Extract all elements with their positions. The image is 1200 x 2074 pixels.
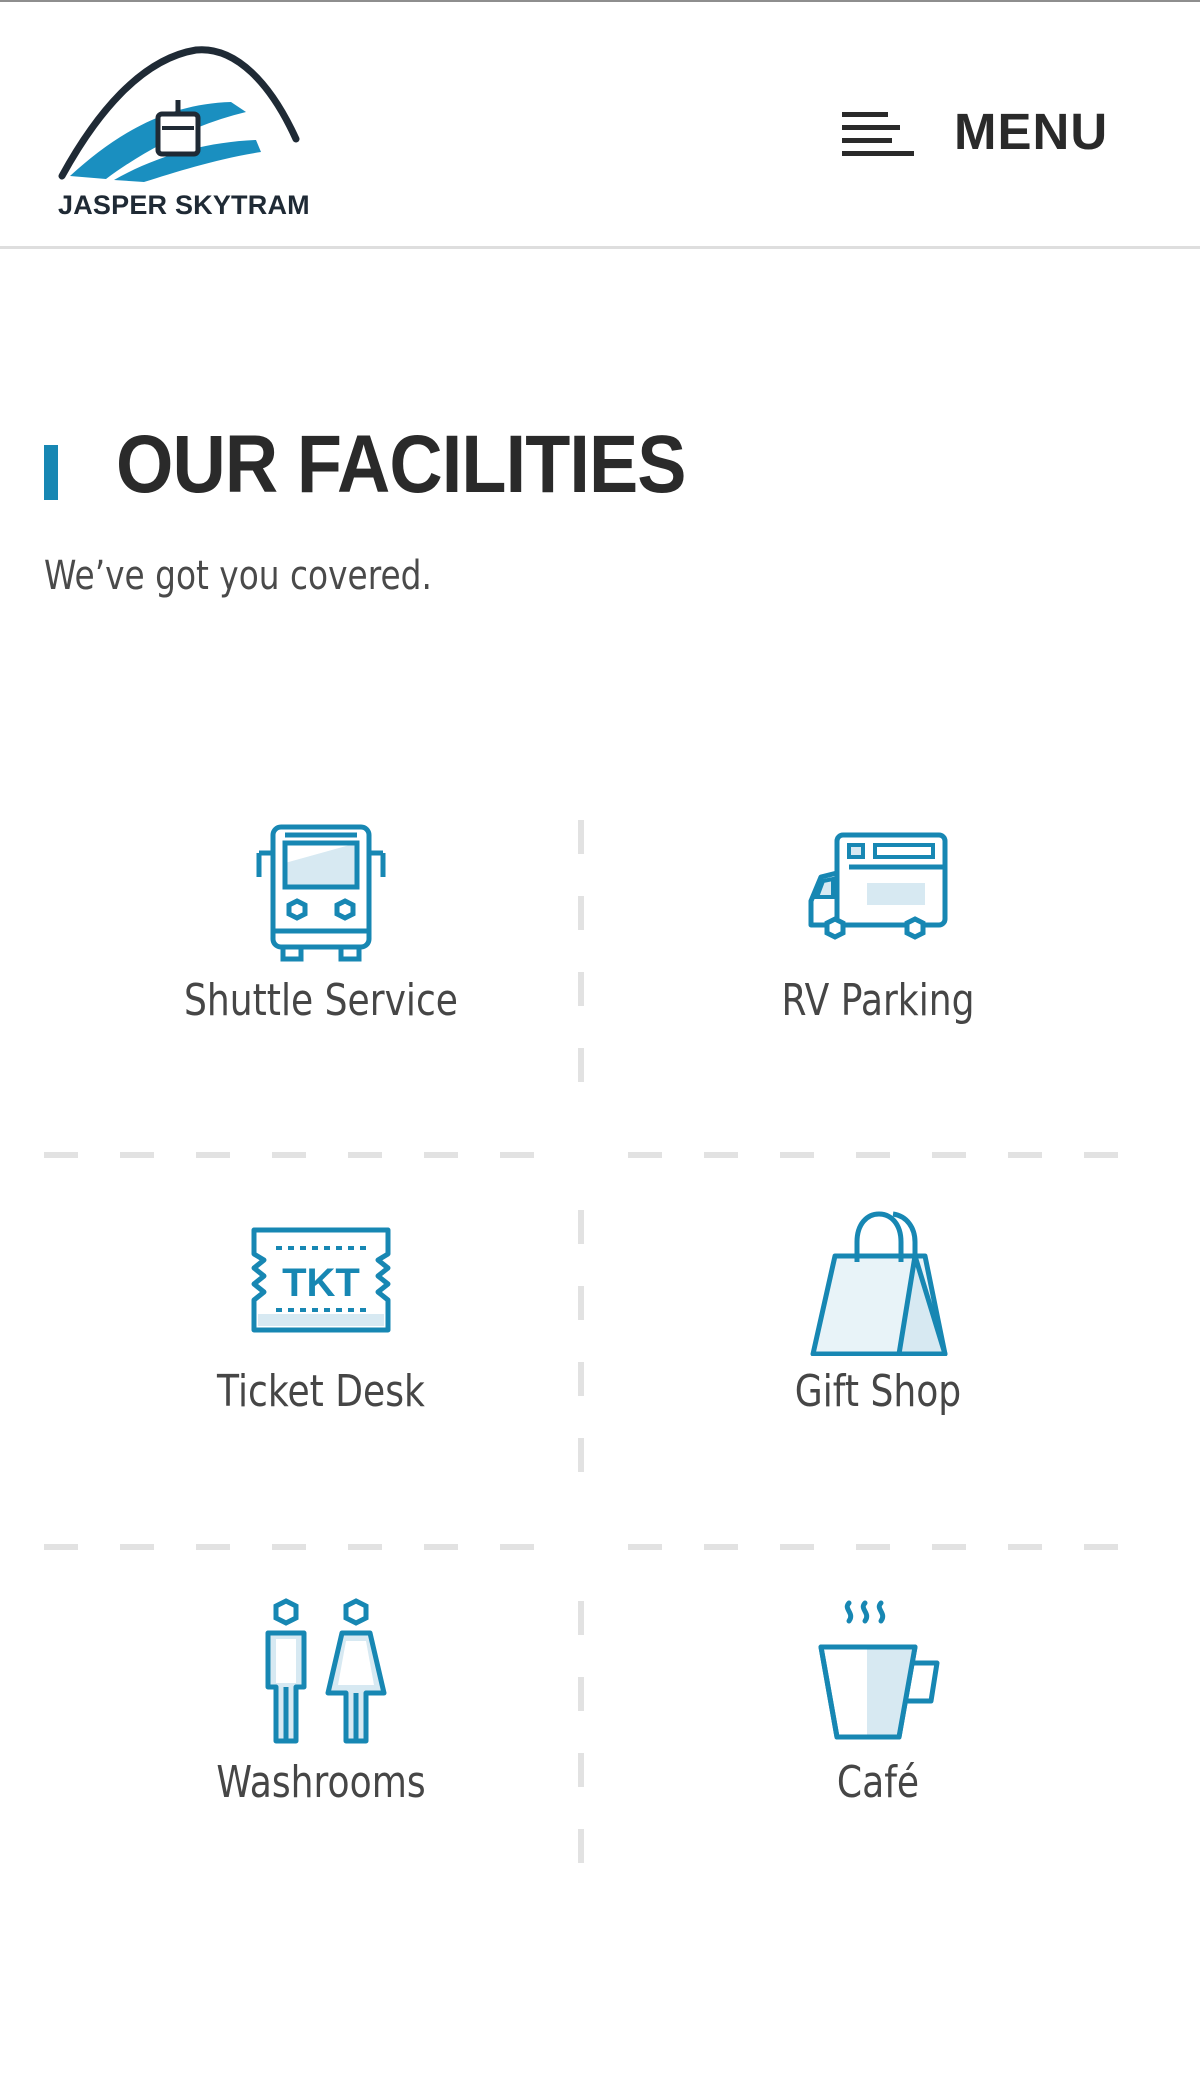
section-subtitle: We’ve got you covered. [44, 553, 432, 599]
jasper-skytram-logo[interactable]: JASPER SKYTRAM [56, 44, 326, 224]
row-divider [44, 1152, 534, 1158]
facility-label: Ticket Desk [217, 1366, 425, 1417]
row-divider [44, 1544, 534, 1550]
facility-rv-parking[interactable]: RV Parking [668, 815, 1088, 1065]
facility-ticket-desk[interactable]: TKT Ticket Desk [111, 1206, 531, 1456]
section-accent-bar [44, 445, 58, 500]
rv-icon [808, 832, 948, 940]
washroom-icon [265, 1598, 387, 1744]
column-divider [578, 1601, 584, 1871]
facility-cafe[interactable]: Café [668, 1597, 1088, 1847]
menu-button[interactable]: MENU [836, 98, 1126, 174]
coffee-cup-icon [818, 1600, 940, 1740]
facility-label: Gift Shop [794, 1366, 962, 1417]
logo-text: JASPER SKYTRAM [58, 190, 310, 220]
skytram-logo-icon [58, 46, 300, 182]
facility-gift-shop[interactable]: Gift Shop [668, 1206, 1088, 1456]
menu-label: MENU [954, 103, 1109, 160]
column-divider [578, 1210, 584, 1480]
column-divider [578, 820, 584, 1090]
row-divider [628, 1152, 1128, 1158]
facility-washrooms[interactable]: Washrooms [111, 1597, 531, 1847]
row-divider [628, 1544, 1128, 1550]
section-title: OUR FACILITIES [116, 419, 687, 510]
shopping-bag-icon [810, 1211, 948, 1356]
svg-text:TKT: TKT [282, 1261, 360, 1305]
site-header: JASPER SKYTRAM MENU [0, 2, 1200, 249]
bus-icon [256, 824, 386, 962]
facility-shuttle-service[interactable]: Shuttle Service [111, 815, 531, 1065]
facility-label: Café [836, 1757, 920, 1808]
hamburger-menu-icon [842, 112, 914, 156]
ticket-icon: TKT [251, 1227, 391, 1333]
facility-label: Shuttle Service [184, 975, 458, 1026]
facility-label: RV Parking [781, 975, 975, 1026]
facility-label: Washrooms [216, 1757, 426, 1808]
